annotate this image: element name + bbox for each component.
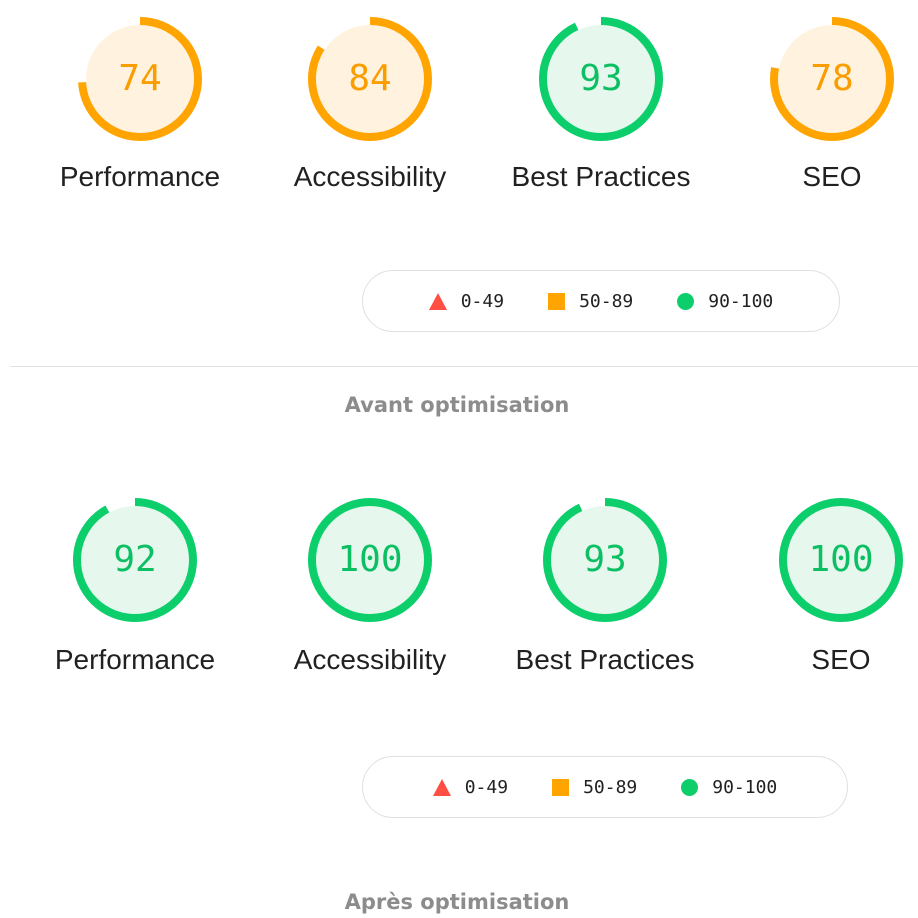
gauge-label-seo: SEO xyxy=(802,161,862,192)
gauge-score: 92 xyxy=(113,539,157,580)
gauge-score: 78 xyxy=(810,58,854,99)
gauge-score: 100 xyxy=(337,539,403,580)
legend-pass-range: 90-100 xyxy=(712,776,778,798)
gauge-label-best-practices: Best Practices xyxy=(515,644,695,675)
legend-item-pass: 90-100 xyxy=(677,291,773,312)
gauge-best-practices[interactable]: 93 xyxy=(540,495,670,625)
legend-item-pass: 90-100 xyxy=(681,777,777,798)
legend-average-range: 50-89 xyxy=(579,290,634,312)
gauge-score: 93 xyxy=(579,58,623,99)
gauge-score: 93 xyxy=(583,539,627,580)
gauge-score: 100 xyxy=(808,539,874,580)
gauge-accessibility[interactable]: 100 xyxy=(305,495,435,625)
legend-item-average: 50-89 xyxy=(548,291,633,312)
gauge-label-best-practices: Best Practices xyxy=(511,161,691,192)
gauge-performance[interactable]: 92 xyxy=(70,495,200,625)
score-scale-legend: 0-49 50-89 90-100 xyxy=(362,756,848,818)
gauge-seo[interactable]: 78 xyxy=(767,14,897,144)
gauge-label-performance: Performance xyxy=(54,644,216,675)
caption-before: Avant optimisation xyxy=(344,393,570,417)
square-icon xyxy=(552,778,570,796)
square-icon xyxy=(548,292,566,310)
gauge-accessibility[interactable]: 84 xyxy=(305,14,435,144)
legend-item-average: 50-89 xyxy=(552,777,637,798)
gauge-label-seo: SEO xyxy=(811,644,871,675)
legend-fail-range: 0-49 xyxy=(460,290,505,312)
after-report: 92 Performance 100 Accessibility 93 Best… xyxy=(0,480,918,860)
gauge-performance[interactable]: 74 xyxy=(75,14,205,144)
legend-fail-range: 0-49 xyxy=(464,776,509,798)
gauge-label-accessibility: Accessibility xyxy=(293,161,447,192)
gauge-best-practices[interactable]: 93 xyxy=(536,14,666,144)
gauge-score: 74 xyxy=(118,58,162,99)
triangle-icon xyxy=(428,292,447,310)
gauge-seo[interactable]: 100 xyxy=(776,495,906,625)
circle-icon xyxy=(677,292,695,310)
score-scale-legend: 0-49 50-89 90-100 xyxy=(362,270,840,332)
before-report: 74 Performance 84 Accessibility 93 Best … xyxy=(0,0,918,366)
gauge-label-performance: Performance xyxy=(59,161,221,192)
legend-item-fail: 0-49 xyxy=(432,776,509,798)
triangle-icon xyxy=(432,778,451,796)
legend-pass-range: 90-100 xyxy=(708,290,774,312)
legend-average-range: 50-89 xyxy=(583,776,638,798)
section-divider xyxy=(10,366,918,367)
gauge-score: 84 xyxy=(348,58,392,99)
circle-icon xyxy=(681,778,699,796)
gauge-label-accessibility: Accessibility xyxy=(293,644,447,675)
legend-item-fail: 0-49 xyxy=(428,290,505,312)
caption-after: Après optimisation xyxy=(344,890,570,914)
